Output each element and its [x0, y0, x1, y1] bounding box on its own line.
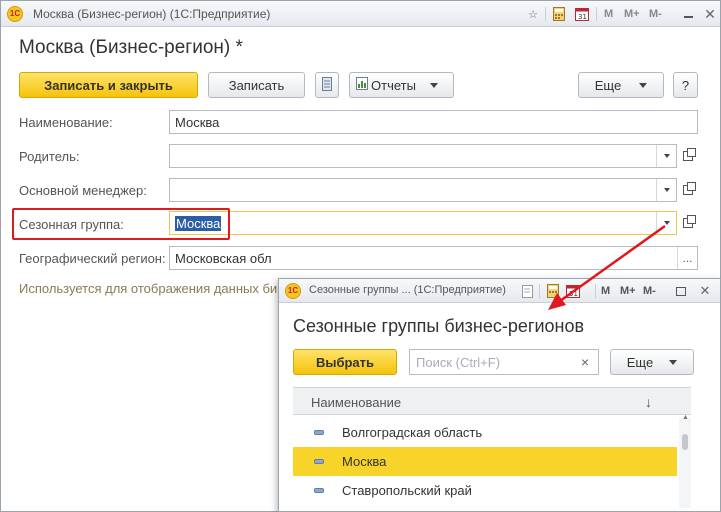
annotation-arrow	[548, 224, 666, 310]
